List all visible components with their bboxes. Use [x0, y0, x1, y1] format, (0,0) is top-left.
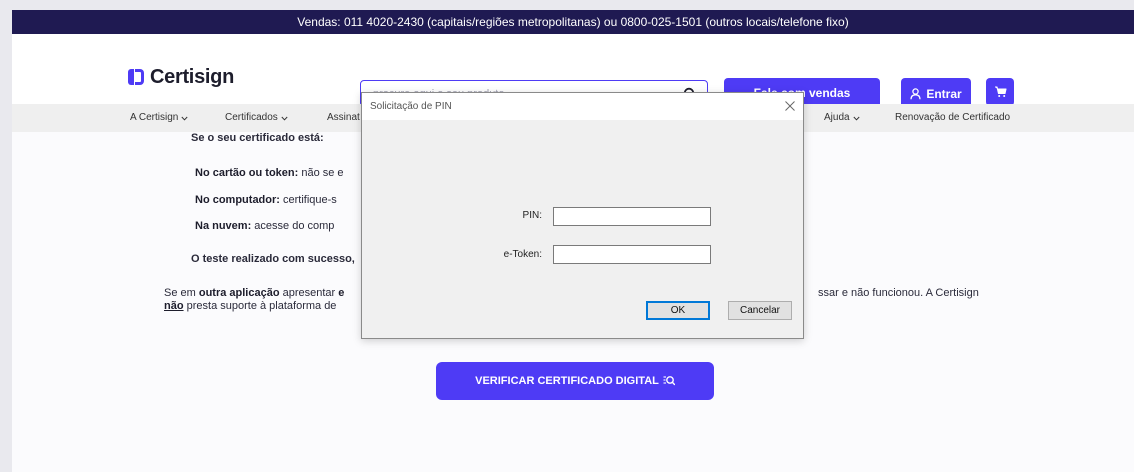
nav-item-label: Ajuda — [824, 112, 850, 123]
computer-item: No computador: certifique-s — [195, 194, 337, 206]
nav-item-a-certisign[interactable]: A Certisign — [130, 104, 188, 132]
other-application-line: Se em outra aplicação apresentar e — [164, 287, 344, 299]
card-token-label: No cartão ou token: — [195, 167, 299, 179]
etoken-label: e-Token: — [503, 249, 542, 260]
other-text-2: apresentar — [279, 287, 339, 299]
computer-label: No computador: — [195, 194, 280, 206]
other-application-line-end: ssar e não funcionou. A Certisign — [818, 287, 979, 299]
card-token-text: não se e — [298, 167, 344, 179]
logo-text: Certisign — [150, 65, 234, 88]
nav-item-assinaturas[interactable]: Assinat — [327, 104, 360, 132]
cloud-item: Na nuvem: acesse do comp — [195, 220, 334, 232]
cancel-button[interactable]: Cancelar — [728, 301, 792, 320]
login-label: Entrar — [926, 86, 962, 101]
dialog-title: Solicitação de PIN — [370, 101, 452, 112]
other-bold-2: e — [338, 287, 345, 299]
nav-item-label: A Certisign — [130, 112, 179, 123]
nav-item-ajuda[interactable]: Ajuda — [824, 104, 860, 132]
search-certificate-icon — [663, 376, 675, 386]
nao-link[interactable]: não — [164, 300, 184, 312]
other-application-bold: outra aplicação — [198, 287, 280, 299]
chevron-down-icon — [281, 116, 288, 121]
nav-item-label: Assinat — [327, 112, 360, 123]
verify-certificate-label: VERIFICAR CERTIFICADO DIGITAL — [475, 375, 659, 387]
nav-item-certificados[interactable]: Certificados — [225, 104, 288, 132]
pin-label: PIN: — [522, 210, 542, 221]
no-support-text: presta suporte à plataforma de — [183, 300, 337, 312]
nav-item-renovacao[interactable]: Renovação de Certificado — [895, 104, 1010, 132]
etoken-input[interactable] — [553, 245, 711, 264]
close-icon[interactable] — [783, 99, 797, 113]
sales-phone-bar: Vendas: 011 4020-2430 (capitais/regiões … — [12, 10, 1134, 34]
nav-item-label: Renovação de Certificado — [895, 112, 1011, 123]
cart-button[interactable] — [986, 78, 1014, 106]
dialog-titlebar[interactable]: Solicitação de PIN — [362, 93, 803, 120]
certisign-logo[interactable]: Certisign — [128, 64, 234, 90]
cloud-label: Na nuvem: — [195, 220, 252, 232]
computer-text: certifique-s — [279, 194, 337, 206]
user-icon — [910, 87, 921, 99]
card-token-item: No cartão ou token: não se e — [195, 167, 344, 179]
no-support-line: não presta suporte à plataforma de — [164, 300, 336, 312]
cart-icon — [994, 86, 1007, 97]
pin-input[interactable] — [553, 207, 711, 226]
certisign-logo-icon — [128, 67, 144, 87]
chevron-down-icon — [853, 116, 860, 121]
success-test-line: O teste realizado com sucesso, — [191, 253, 355, 265]
chevron-down-icon — [181, 116, 188, 121]
other-text-1: Se em — [164, 287, 199, 299]
nav-item-label: Certificados — [225, 112, 278, 123]
certificate-location-heading: Se o seu certificado está: — [191, 132, 324, 144]
pin-request-dialog: Solicitação de PIN PIN: e-Token: OK Canc… — [361, 92, 804, 339]
ok-button[interactable]: OK — [646, 301, 710, 320]
verify-certificate-button[interactable]: VERIFICAR CERTIFICADO DIGITAL — [436, 362, 714, 400]
cloud-text: acesse do comp — [251, 220, 335, 232]
